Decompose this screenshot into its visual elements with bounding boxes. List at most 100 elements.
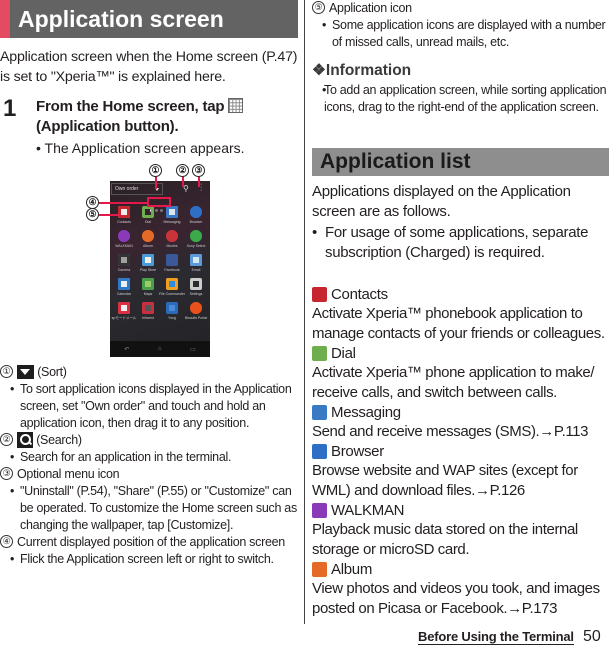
desc-item-search: ② (Search): [0, 432, 298, 449]
app-grid: Contacts Dial Messaging Browser WALKMAN Album…: [112, 206, 208, 320]
callout-line-5: [99, 214, 121, 216]
step-number: 1: [3, 95, 17, 122]
desc-bullet: Flick the Application screen left or rig…: [0, 551, 298, 568]
phone-app-tile[interactable]: Maps: [136, 278, 160, 296]
app-label: Camera: [117, 268, 131, 272]
phone-app-tile[interactable]: WALKMAN: [112, 230, 136, 248]
app-icon: [118, 278, 130, 290]
recent-apps-icon[interactable]: ▭: [190, 346, 196, 353]
step-text-part1: From the Home screen, tap: [36, 98, 225, 115]
callout-3: ③: [192, 164, 205, 177]
desc-item-sort: ① (Sort): [0, 364, 298, 381]
app-label: Biscuits Portal: [184, 316, 208, 320]
app-name: Browser: [331, 443, 384, 460]
phone-app-tile[interactable]: Movies: [160, 230, 184, 248]
app-list-item-title: WALKMAN: [312, 501, 609, 520]
phone-app-tile[interactable]: Sony Select: [184, 230, 208, 248]
desc-title: Current displayed position of the applic…: [17, 535, 285, 549]
app-label: Infrared: [141, 316, 155, 320]
app-icon: [166, 302, 178, 314]
callout-5: ⑤: [86, 208, 99, 221]
desc-title: Optional menu icon: [17, 467, 120, 481]
sort-label: Own order: [115, 186, 139, 192]
app-name: Contacts: [331, 286, 388, 303]
desc-item-menu: ③ Optional menu icon: [0, 466, 298, 483]
desc-title: Application icon: [329, 1, 412, 15]
desc-number: ④: [0, 535, 13, 548]
app-name: WALKMAN: [331, 502, 405, 519]
home-icon[interactable]: ⌂: [158, 346, 162, 352]
phone-app-tile[interactable]: Play Store: [136, 254, 160, 272]
search-icon: [17, 432, 33, 448]
phone-app-tile[interactable]: Facebook: [160, 254, 184, 272]
callout-1: ①: [149, 164, 162, 177]
step-1: 1 From the Home screen, tap (Application…: [0, 95, 298, 158]
app-name: Dial: [331, 345, 356, 362]
desc-item-position: ④ Current displayed position of the appl…: [0, 534, 298, 551]
phone-app-tile[interactable]: Settings: [184, 278, 208, 296]
app-list-item-title: Contacts: [312, 285, 609, 304]
callout-box-4: [147, 197, 171, 207]
app-label: Sony Select: [186, 244, 206, 248]
app-icon: [142, 206, 154, 218]
app-label: Movies: [166, 244, 178, 248]
app-icon: [190, 230, 202, 242]
footer-section-title: Before Using the Terminal: [418, 629, 574, 645]
phone-app-tile[interactable]: File Commander: [159, 278, 185, 296]
phone-app-tile[interactable]: Messaging: [160, 206, 184, 224]
phone-app-tile[interactable]: Calendar: [112, 278, 136, 296]
app-list-item-title: Messaging: [312, 403, 609, 422]
phone-app-tile[interactable]: Email: [184, 254, 208, 272]
app-name: Messaging: [331, 404, 401, 421]
left-column: Application screen Application screen wh…: [0, 0, 298, 158]
app-label: Album: [143, 244, 153, 248]
page-number: 50: [583, 628, 601, 645]
phone-app-tile[interactable]: Dial: [136, 206, 160, 224]
callout-line-2: [182, 177, 184, 187]
desc-bullet: "Uninstall" (P.54), "Share" (P.55) or "C…: [0, 483, 298, 534]
app-label: WALKMAN: [115, 244, 133, 248]
app-label: Facebook: [164, 268, 180, 272]
app-description: Browse website and WAP sites (except for…: [312, 462, 578, 499]
phone-screenshot-figure: Own order ⚲ · · · Contacts Dial Messaging Bro…: [78, 160, 218, 360]
section-header-application-list: Application list: [312, 148, 609, 176]
app-label: Calendar: [116, 292, 132, 296]
app-label: Settings: [189, 292, 203, 296]
section-title: Application screen: [18, 6, 224, 32]
step-text-part2: (Application button).: [36, 118, 179, 135]
phone-app-tile[interactable]: Album: [136, 230, 160, 248]
phone-app-tile[interactable]: Camera: [112, 254, 136, 272]
app-label: Browser: [189, 220, 203, 224]
app-label: Email: [191, 268, 201, 272]
overflow-menu-icon[interactable]: · · ·: [200, 181, 204, 194]
intro-text: Application screen when the Home screen …: [0, 49, 298, 85]
app-grid-icon: [228, 98, 244, 113]
phone-app-tile[interactable]: Ysng: [160, 302, 184, 320]
app-icon: [142, 254, 154, 266]
phone-app-tile[interactable]: spモードメール: [112, 302, 136, 320]
step-instruction: From the Home screen, tap (Application b…: [36, 97, 298, 137]
desc-item-app-icon: ⑤ Application icon: [312, 0, 609, 17]
app-name: Album: [331, 561, 373, 578]
app-label: Maps: [143, 292, 153, 296]
callout-descriptions: ① (Sort) To sort application icons displ…: [0, 364, 298, 568]
phone-app-tile[interactable]: Infrared: [136, 302, 160, 320]
phone-app-tile[interactable]: Browser: [184, 206, 208, 224]
app-icon: [190, 278, 202, 290]
section-title: Application list: [320, 150, 471, 173]
callout-line-3: [198, 177, 200, 187]
app-icon: [190, 206, 202, 218]
desc-title: (Search): [36, 433, 82, 447]
app-list-item-title: Album: [312, 560, 609, 579]
desc-number: ①: [0, 365, 13, 378]
phone-app-tile[interactable]: Biscuits Portal: [184, 302, 208, 320]
nav-bar: ↶ ⌂ ▭: [110, 341, 210, 357]
header-accent-bar: [0, 0, 10, 38]
app-description: View photos and videos you took, and ima…: [312, 580, 600, 617]
application-list: Contacts Activate Xperia™ phonebook appli…: [312, 285, 609, 619]
desc-number: ⑤: [312, 1, 325, 14]
app-icon: [142, 230, 154, 242]
browser-icon: [312, 444, 327, 459]
back-icon[interactable]: ↶: [124, 346, 129, 353]
app-label: Play Store: [139, 268, 157, 272]
